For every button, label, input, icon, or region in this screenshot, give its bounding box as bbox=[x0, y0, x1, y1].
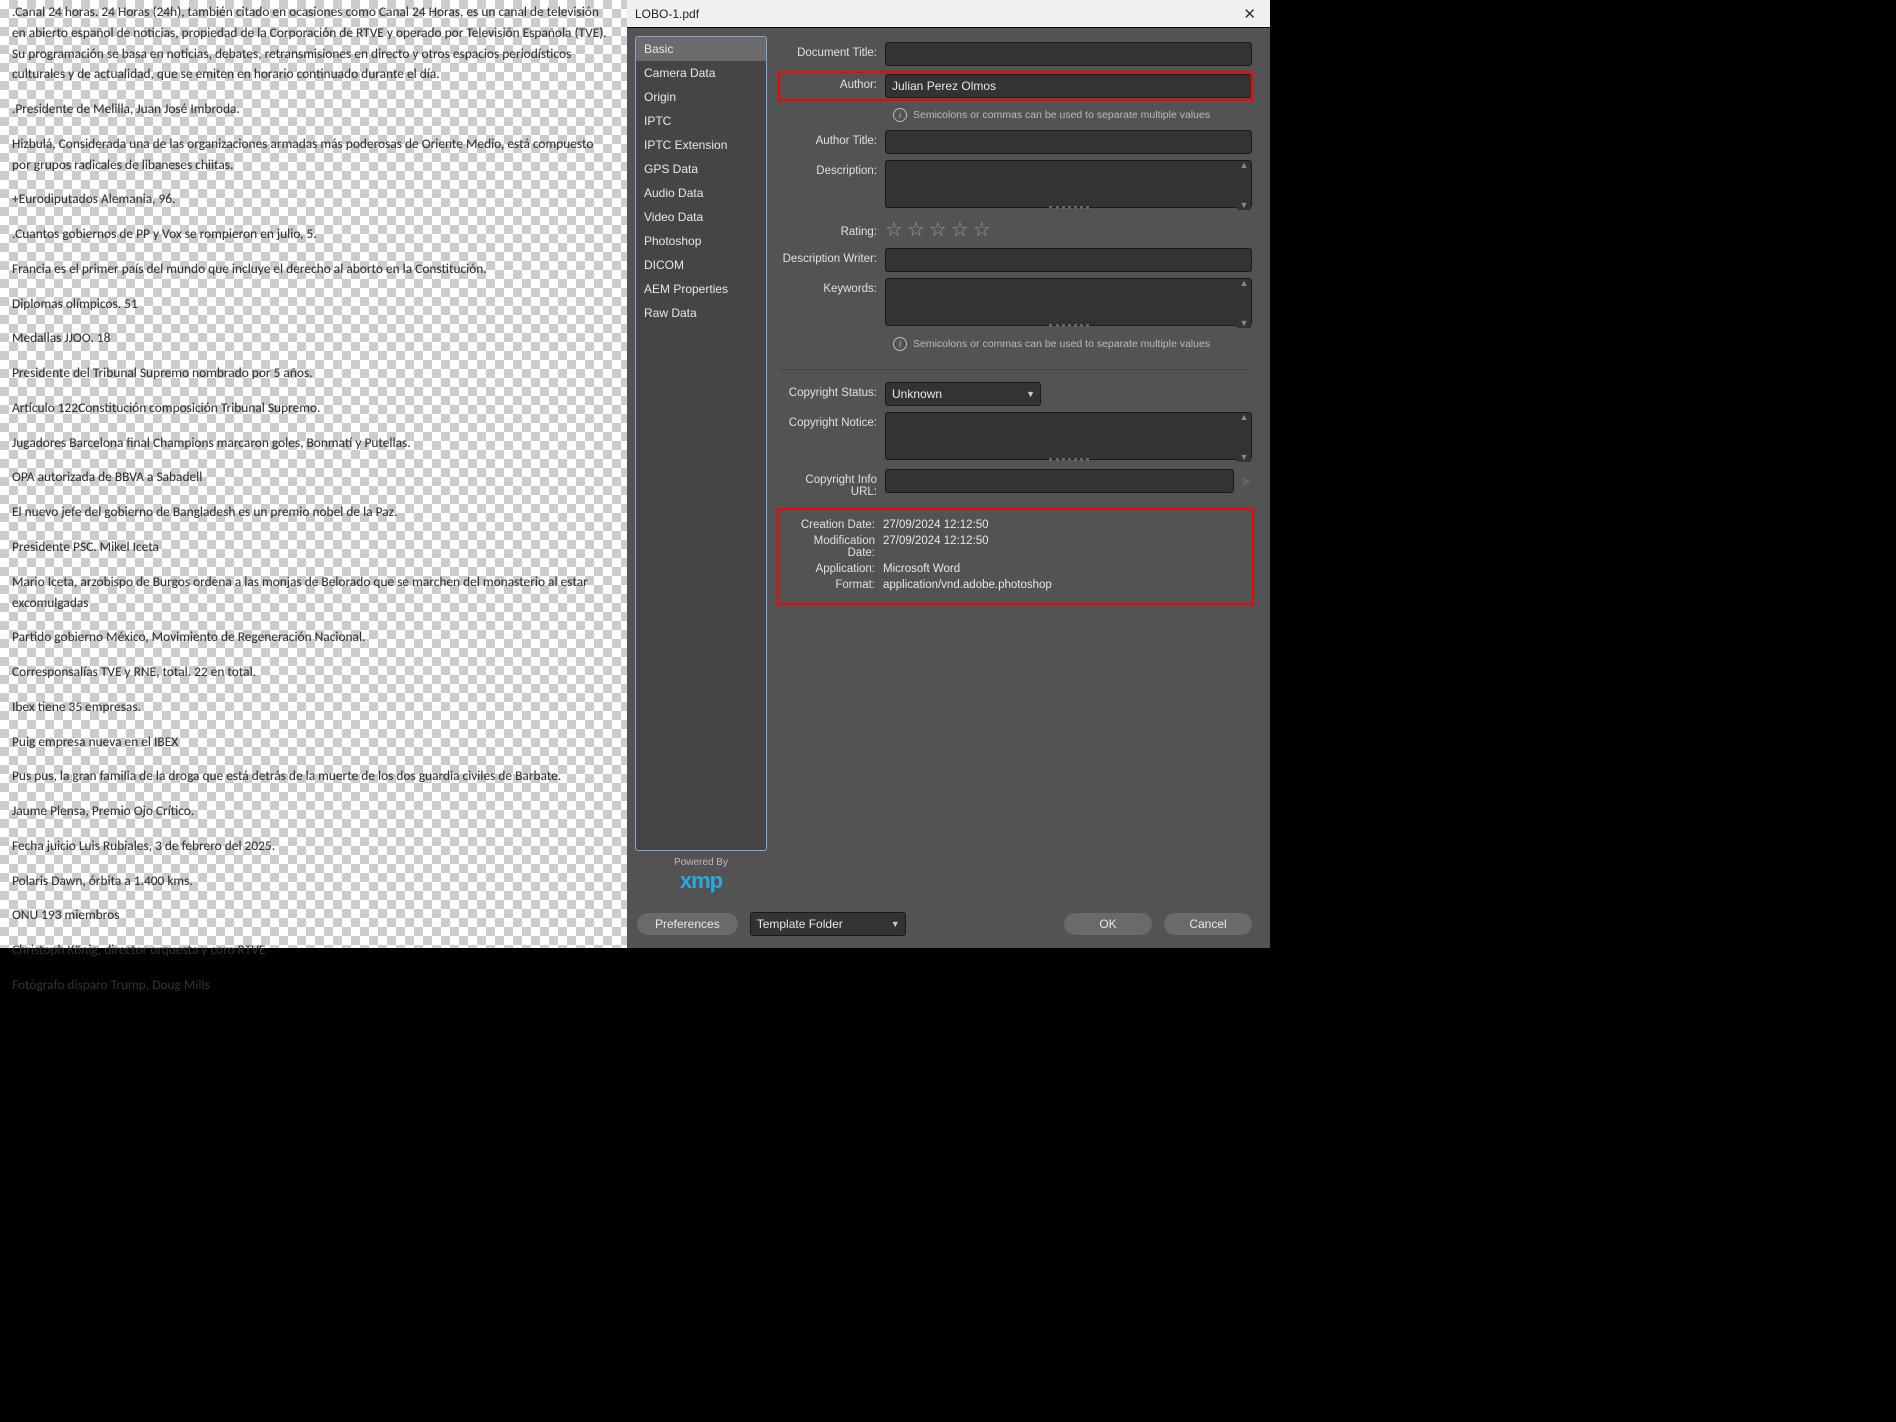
go-to-url-icon[interactable]: ➤ bbox=[1240, 473, 1252, 490]
label-creation-date: Creation Date: bbox=[783, 519, 883, 531]
nav-item-iptc[interactable]: IPTC bbox=[636, 109, 766, 133]
description-input[interactable] bbox=[885, 160, 1252, 208]
label-rating: Rating: bbox=[779, 221, 885, 238]
value-creation-date: 27/09/2024 12:12:50 bbox=[883, 519, 989, 531]
label-copyright-status: Copyright Status: bbox=[779, 382, 885, 399]
hint-separator-2: Semicolons or commas can be used to sepa… bbox=[913, 338, 1210, 350]
document-paragraph: +Eurodiputados Alemania, 96. bbox=[12, 189, 615, 210]
close-icon[interactable]: ✕ bbox=[1237, 5, 1262, 23]
label-author: Author: bbox=[779, 74, 885, 91]
document-paragraph: Ibex tiene 35 empresas. bbox=[12, 697, 615, 718]
document-paragraph: Jaume Plensa, Premio Ojo Crítico. bbox=[12, 801, 615, 822]
star-4-icon[interactable]: ☆ bbox=[951, 217, 969, 242]
document-paragraph: Medallas JJOO. 18 bbox=[12, 328, 615, 349]
nav-item-video-data[interactable]: Video Data bbox=[636, 205, 766, 229]
cancel-button[interactable]: Cancel bbox=[1164, 913, 1252, 935]
nav-item-basic[interactable]: Basic bbox=[636, 37, 766, 61]
hint-separator-1: Semicolons or commas can be used to sepa… bbox=[913, 109, 1210, 121]
label-description-writer: Description Writer: bbox=[779, 248, 885, 265]
copyright-url-input[interactable] bbox=[885, 469, 1234, 493]
nav-item-camera-data[interactable]: Camera Data bbox=[636, 61, 766, 85]
label-copyright-url: Copyright Info URL: bbox=[779, 469, 885, 498]
titlebar-filename: LOBO-1.pdf bbox=[635, 7, 1237, 21]
document-paragraph: Francia es el primer país del mundo que … bbox=[12, 259, 615, 280]
xmp-logo: xmp bbox=[635, 868, 767, 894]
nav-item-raw-data[interactable]: Raw Data bbox=[636, 301, 766, 325]
star-2-icon[interactable]: ☆ bbox=[907, 217, 925, 242]
dialog-footer: Preferences Template Folder ▼ OK Cancel bbox=[627, 902, 1270, 948]
document-paragraph: Presidente del Tribunal Supremo nombrado… bbox=[12, 363, 615, 384]
file-info-dialog: LOBO-1.pdf ✕ BasicCamera DataOriginIPTCI… bbox=[627, 0, 1270, 948]
resize-grip-icon[interactable] bbox=[1049, 458, 1089, 461]
label-document-title: Document Title: bbox=[779, 42, 885, 59]
star-3-icon[interactable]: ☆ bbox=[929, 217, 947, 242]
titlebar: LOBO-1.pdf ✕ bbox=[627, 0, 1270, 27]
highlighted-dates-block: Creation Date: 27/09/2024 12:12:50 Modif… bbox=[779, 510, 1252, 603]
nav-item-audio-data[interactable]: Audio Data bbox=[636, 181, 766, 205]
label-application: Application: bbox=[783, 563, 883, 575]
document-paragraph: El nuevo jefe del gobierno de Bangladesh… bbox=[12, 502, 615, 523]
document-paragraph: Puig empresa nueva en el IBEX bbox=[12, 732, 615, 753]
document-paragraph: Pus pus, la gran familia de la droga que… bbox=[12, 766, 615, 787]
label-modification-date: Modification Date: bbox=[783, 535, 883, 559]
document-paragraph: Partido gobierno México, Movimiento de R… bbox=[12, 627, 615, 648]
document-text-layer: .Canal 24 horas. 24 Horas (24h), también… bbox=[0, 0, 627, 948]
keywords-input[interactable] bbox=[885, 278, 1252, 326]
document-paragraph: .Canal 24 horas. 24 Horas (24h), también… bbox=[12, 2, 615, 85]
value-application: Microsoft Word bbox=[883, 563, 960, 575]
nav-item-dicom[interactable]: DICOM bbox=[636, 253, 766, 277]
document-paragraph: Mario Iceta, arzobispo de Burgos ordena … bbox=[12, 572, 615, 614]
label-description: Description: bbox=[779, 160, 885, 177]
document-paragraph: Presidente PSC. Mikel Iceta bbox=[12, 537, 615, 558]
document-paragraph: Fecha juicio Luis Rubiales, 3 de febrero… bbox=[12, 836, 615, 857]
label-author-title: Author Title: bbox=[779, 130, 885, 147]
document-paragraph: Artículo 122Constitución composición Tri… bbox=[12, 398, 615, 419]
star-5-icon[interactable]: ☆ bbox=[973, 217, 991, 242]
label-copyright-notice: Copyright Notice: bbox=[779, 412, 885, 429]
resize-grip-icon[interactable] bbox=[1049, 324, 1089, 327]
rating-stars[interactable]: ☆ ☆ ☆ ☆ ☆ bbox=[885, 217, 991, 242]
document-paragraph: .Presidente de Melilla, Juan José Imbrod… bbox=[12, 99, 615, 120]
label-format: Format: bbox=[783, 579, 883, 591]
document-paragraph: Hizbulá, Considerada una de las organiza… bbox=[12, 134, 615, 176]
label-keywords: Keywords: bbox=[779, 278, 885, 295]
metadata-category-nav: BasicCamera DataOriginIPTCIPTC Extension… bbox=[635, 36, 767, 851]
resize-grip-icon[interactable] bbox=[1049, 206, 1089, 209]
document-paragraph: Christoph König, director orquesta y cor… bbox=[12, 940, 615, 961]
section-divider bbox=[779, 369, 1252, 370]
star-1-icon[interactable]: ☆ bbox=[885, 217, 903, 242]
author-title-input[interactable] bbox=[885, 130, 1252, 154]
copyright-status-select[interactable]: Unknown bbox=[885, 382, 1041, 406]
document-paragraph: Polaris Dawn, órbita a 1.400 kms. bbox=[12, 871, 615, 892]
document-paragraph: Jugadores Barcelona final Champions marc… bbox=[12, 433, 615, 454]
canvas-checkerboard-area: .Canal 24 horas. 24 Horas (24h), también… bbox=[0, 0, 627, 948]
document-paragraph: OPA autorizada de BBVA a Sabadell bbox=[12, 467, 615, 488]
document-title-input[interactable] bbox=[885, 42, 1252, 66]
nav-item-photoshop[interactable]: Photoshop bbox=[636, 229, 766, 253]
description-writer-input[interactable] bbox=[885, 248, 1252, 272]
template-folder-select[interactable]: Template Folder bbox=[750, 912, 906, 936]
preferences-button[interactable]: Preferences bbox=[637, 913, 738, 935]
value-format: application/vnd.adobe.photoshop bbox=[883, 579, 1052, 591]
document-paragraph: Corresponsalías TVE y RNE, total. 22 en … bbox=[12, 662, 615, 683]
author-input[interactable] bbox=[885, 74, 1252, 98]
nav-item-origin[interactable]: Origin bbox=[636, 85, 766, 109]
nav-item-aem-properties[interactable]: AEM Properties bbox=[636, 277, 766, 301]
powered-by-block: Powered By xmp bbox=[635, 857, 767, 894]
nav-item-iptc-extension[interactable]: IPTC Extension bbox=[636, 133, 766, 157]
info-icon: i bbox=[893, 108, 907, 122]
info-icon: i bbox=[893, 337, 907, 351]
document-paragraph: ONU 193 miembros bbox=[12, 905, 615, 926]
copyright-notice-input[interactable] bbox=[885, 412, 1252, 460]
document-paragraph: .Cuantos gobiernos de PP y Vox se rompie… bbox=[12, 224, 615, 245]
document-paragraph: Diplomas olímpicos. 51 bbox=[12, 294, 615, 315]
value-modification-date: 27/09/2024 12:12:50 bbox=[883, 535, 989, 559]
nav-item-gps-data[interactable]: GPS Data bbox=[636, 157, 766, 181]
ok-button[interactable]: OK bbox=[1064, 913, 1152, 935]
document-paragraph: Fotógrafo disparo Trump, Doug Mills bbox=[12, 975, 615, 996]
powered-by-label: Powered By bbox=[635, 857, 767, 868]
